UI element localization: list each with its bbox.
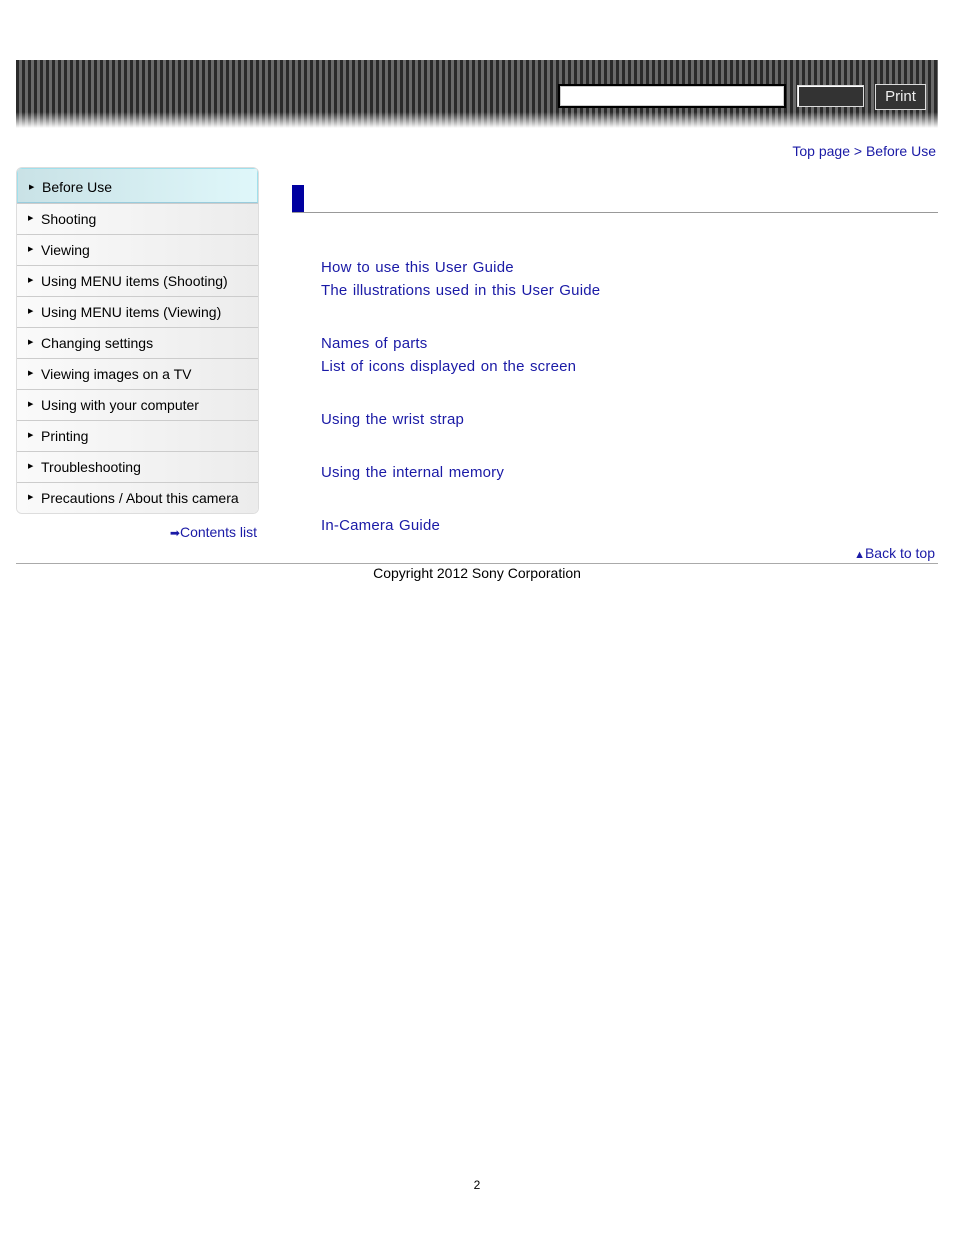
breadcrumb-current[interactable]: Before Use (866, 143, 936, 159)
sidebar-item[interactable]: ▶ Printing (17, 420, 258, 451)
search-input[interactable] (558, 84, 786, 108)
sidebar-item-label: Using MENU items (Shooting) (41, 273, 228, 289)
triangle-right-icon: ▶ (28, 494, 34, 501)
link-in-camera-guide[interactable]: In-Camera Guide (321, 517, 440, 534)
divider (292, 212, 938, 213)
triangle-right-icon: ▶ (28, 339, 34, 346)
sidebar-item-label: Viewing images on a TV (41, 366, 192, 382)
sidebar-item[interactable]: ▶ Shooting (17, 203, 258, 234)
breadcrumb-top-page[interactable]: Top page (792, 143, 850, 159)
link-illustrations[interactable]: The illustrations used in this User Guid… (321, 282, 600, 299)
sidebar-item[interactable]: ▶ Before Use (17, 168, 258, 203)
link-internal-memory[interactable]: Using the internal memory (321, 464, 504, 481)
contents-list-label: Contents list (179, 524, 257, 540)
search-button[interactable] (797, 85, 864, 107)
sidebar-item-label: Viewing (41, 242, 90, 258)
sidebar-item-label: Precautions / About this camera (41, 490, 239, 506)
triangle-right-icon: ▶ (28, 370, 34, 377)
contents-list-link[interactable]: ➡Contents list (170, 524, 257, 540)
sidebar-item-label: Shooting (41, 211, 97, 227)
sidebar-item[interactable]: ▶ Using MENU items (Viewing) (17, 296, 258, 327)
sidebar: ▶ Before Use ▶ Shooting ▶ Viewing ▶ Using MENU … (16, 167, 259, 514)
sidebar-item-label: Troubleshooting (41, 459, 141, 475)
link-wrist-strap[interactable]: Using the wrist strap (321, 411, 464, 428)
triangle-right-icon: ▶ (28, 463, 34, 470)
triangle-up-icon: ▲ (854, 549, 865, 561)
sidebar-item[interactable]: ▶ Changing settings (17, 327, 258, 358)
triangle-right-icon: ▶ (28, 432, 34, 439)
print-button[interactable]: Print (875, 84, 926, 110)
triangle-right-icon: ▶ (29, 184, 35, 191)
footer-divider (16, 563, 938, 564)
sidebar-item[interactable]: ▶ Precautions / About this camera (17, 482, 258, 513)
breadcrumb-separator: > (849, 143, 866, 159)
triangle-right-icon: ▶ (28, 308, 34, 315)
back-to-top-label: Back to top (864, 545, 935, 561)
triangle-right-icon: ▶ (28, 401, 34, 408)
sidebar-item-label: Printing (41, 428, 89, 444)
sidebar-item-label: Using with your computer (41, 397, 199, 413)
breadcrumb: Top page > Before Use (792, 143, 936, 159)
link-how-to-use[interactable]: How to use this User Guide (321, 259, 514, 276)
sidebar-item[interactable]: ▶ Using with your computer (17, 389, 258, 420)
link-list-of-icons[interactable]: List of icons displayed on the screen (321, 358, 576, 375)
back-to-top-link[interactable]: ▲Back to top (854, 545, 935, 561)
sidebar-item-label: Changing settings (41, 335, 154, 351)
arrow-right-icon: ➡ (169, 526, 180, 540)
triangle-right-icon: ▶ (28, 215, 34, 222)
triangle-right-icon: ▶ (28, 246, 34, 253)
sidebar-item-label: Using MENU items (Viewing) (41, 304, 222, 320)
link-names-of-parts[interactable]: Names of parts (321, 335, 428, 352)
sidebar-item[interactable]: ▶ Viewing (17, 234, 258, 265)
sidebar-item[interactable]: ▶ Viewing images on a TV (17, 358, 258, 389)
sidebar-item-label: Before Use (42, 179, 113, 195)
triangle-right-icon: ▶ (28, 277, 34, 284)
sidebar-item[interactable]: ▶ Troubleshooting (17, 451, 258, 482)
page-number: 2 (473, 1178, 481, 1192)
section-title-bar (292, 185, 304, 213)
copyright: Copyright 2012 Sony Corporation (373, 565, 581, 581)
sidebar-item[interactable]: ▶ Using MENU items (Shooting) (17, 265, 258, 296)
